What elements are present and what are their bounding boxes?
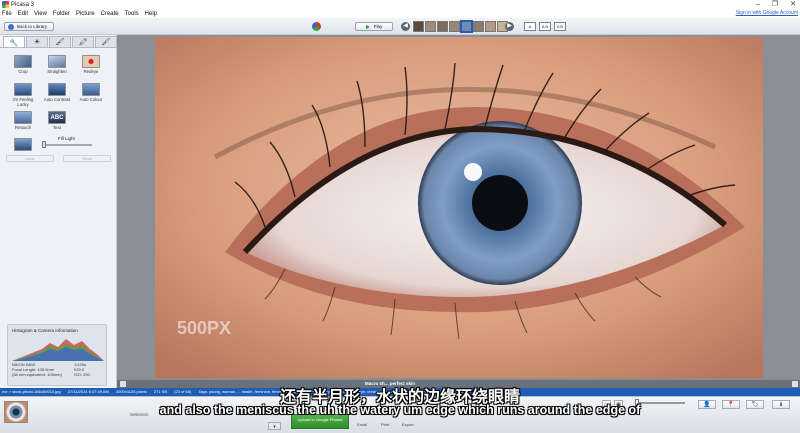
filmstrip-thumb[interactable]: [473, 21, 484, 32]
edit-panel: 🔧 ☀ 🖌 🖍 🖌 Crop Straighten Redeye I'm Fee…: [0, 35, 117, 392]
maximize-button[interactable]: ❐: [772, 0, 778, 9]
next-photo-button[interactable]: ▶: [505, 22, 514, 31]
close-button[interactable]: ✕: [790, 0, 796, 9]
filmstrip: [413, 20, 508, 33]
caption-style-button-1[interactable]: A: [524, 22, 536, 31]
straighten-tool[interactable]: Straighten: [42, 55, 72, 74]
crop-icon: [14, 55, 32, 68]
minimize-button[interactable]: ‒: [756, 0, 760, 9]
photo-eye-closeup[interactable]: 500PX: [155, 37, 763, 378]
camera-info-left: NIKON D810 Focal Length: 105.0mm (35 mm …: [12, 362, 62, 377]
retouch-tool[interactable]: Retouch: [8, 111, 38, 130]
menu-picture[interactable]: Picture: [76, 11, 95, 17]
previous-photo-button[interactable]: ◀: [401, 22, 410, 31]
menu-tools[interactable]: Tools: [125, 11, 139, 17]
play-label: Play: [373, 24, 383, 29]
menu-file[interactable]: File: [2, 11, 12, 17]
photo-viewer: 500PX: [117, 35, 800, 380]
tab-effects[interactable]: 🖌: [49, 36, 71, 47]
hold-tray-button[interactable]: ▾: [268, 422, 281, 430]
menu-help[interactable]: Help: [145, 11, 157, 17]
filmstrip-thumb[interactable]: [449, 21, 460, 32]
filmstrip-thumb[interactable]: [437, 21, 448, 32]
redeye-tool[interactable]: Redeye: [76, 55, 106, 74]
text-tool[interactable]: ABC Text: [42, 111, 72, 130]
fill-light-icon-wrap: [8, 138, 38, 152]
back-arrow-icon: [8, 23, 14, 30]
straighten-icon: [48, 55, 66, 68]
feeling-lucky-icon: [14, 83, 32, 96]
window-title: Picasa 3: [11, 1, 35, 8]
menu-bar: File Edit View Folder Picture Create Too…: [0, 9, 800, 18]
fill-light-slider[interactable]: [42, 141, 92, 148]
tab-extra-effects[interactable]: 🖌: [95, 36, 117, 47]
collage-icon[interactable]: [312, 22, 321, 31]
watermark-500px: 500PX: [177, 318, 231, 338]
email-button[interactable]: Email: [357, 422, 367, 427]
histogram-title: Histogram & Camera Information: [12, 328, 78, 333]
caption-style-button-2[interactable]: A B: [539, 22, 551, 31]
caption-style-button-3[interactable]: A B: [554, 22, 566, 31]
back-label: Back to Library: [17, 24, 48, 29]
tab-tuning[interactable]: ☀: [26, 36, 48, 47]
filmstrip-thumb-selected[interactable]: [460, 20, 473, 33]
top-toolbar: Back to Library Play ◀ ▶ A A B A B: [0, 18, 800, 35]
play-slideshow-button[interactable]: Play: [355, 22, 393, 31]
auto-contrast-tool[interactable]: Auto Contrast: [42, 83, 72, 102]
picasa-window: Picasa 3 ‒ ❐ ✕ File Edit View Folder Pic…: [0, 0, 800, 433]
menu-edit[interactable]: Edit: [18, 11, 28, 17]
redo-button[interactable]: Redo: [63, 155, 111, 162]
camera-info-right: 1/125s f/29.0 ISO: 250: [74, 362, 90, 377]
fill-light-label: Fill Light: [58, 136, 75, 141]
filmstrip-thumb[interactable]: [425, 21, 436, 32]
crop-tool[interactable]: Crop: [8, 55, 38, 74]
histogram-graph: [12, 339, 104, 361]
fill-light-slider-handle[interactable]: [42, 141, 46, 148]
play-icon: [365, 24, 370, 29]
menu-view[interactable]: View: [34, 11, 47, 17]
filmstrip-thumb[interactable]: [413, 21, 424, 32]
retouch-icon: [14, 111, 32, 124]
fill-light-icon: [14, 138, 32, 151]
auto-colour-tool[interactable]: Auto Colour: [76, 83, 106, 102]
filmstrip-thumb[interactable]: [485, 21, 496, 32]
picasa-app-icon: [2, 1, 9, 8]
export-button[interactable]: Export: [402, 422, 414, 427]
print-button[interactable]: Print: [381, 422, 389, 427]
redeye-icon: [82, 55, 100, 68]
menu-folder[interactable]: Folder: [53, 11, 70, 17]
histogram-camera-panel: Histogram & Camera Information NIKON D81…: [7, 324, 107, 386]
subtitle-english: and also the meniscus the uh the watery …: [159, 403, 641, 417]
sign-in-link[interactable]: Sign in with Google Account: [736, 10, 798, 16]
tab-more-effects[interactable]: 🖍: [72, 36, 94, 47]
back-to-library-button[interactable]: Back to Library: [4, 22, 54, 31]
menu-create[interactable]: Create: [101, 11, 119, 17]
undo-button[interactable]: Undo: [6, 155, 54, 162]
feeling-lucky-tool[interactable]: I'm Feeling Lucky: [8, 83, 38, 107]
title-bar: Picasa 3 ‒ ❐ ✕: [0, 0, 800, 9]
auto-contrast-icon: [48, 83, 66, 96]
auto-colour-icon: [82, 83, 100, 96]
